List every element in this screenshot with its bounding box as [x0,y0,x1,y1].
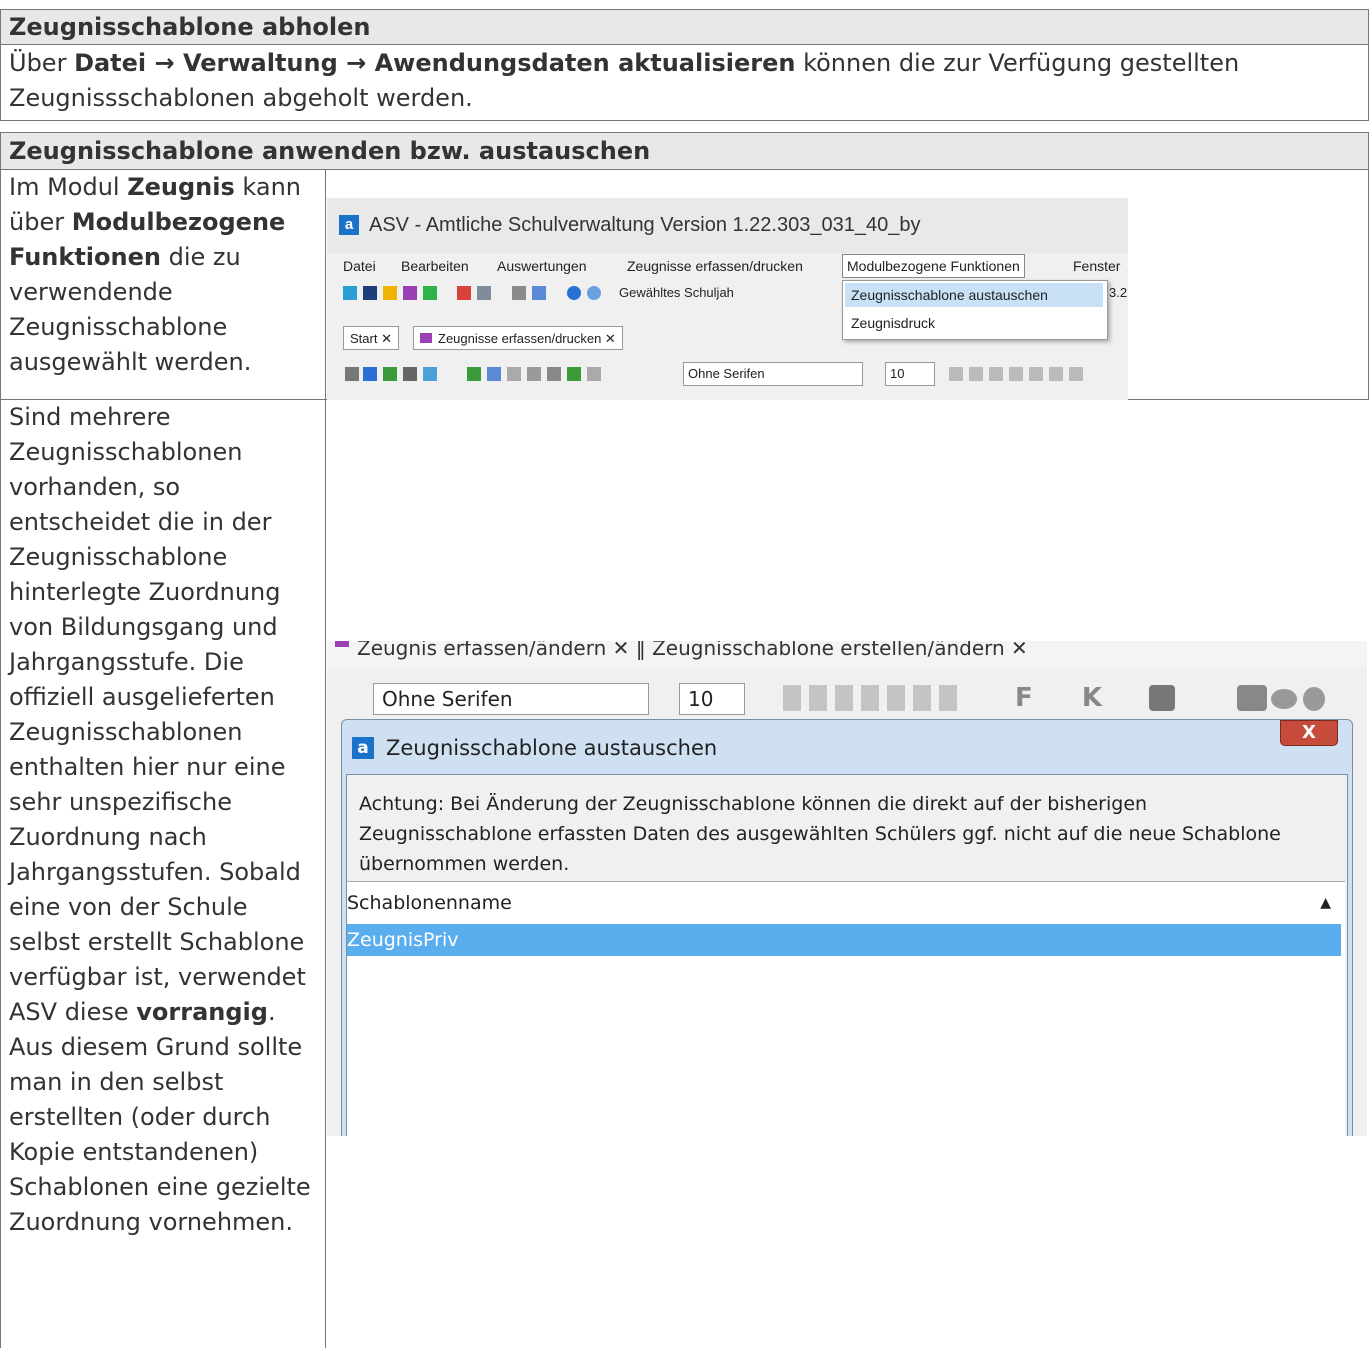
text: Im Modul [9,173,128,201]
align-icon[interactable] [1029,367,1043,381]
menu-item-austauschen[interactable]: Zeugnisschablone austauschen [845,283,1103,307]
align-icon[interactable] [949,367,963,381]
menu-modulbezogene[interactable]: Modulbezogene Funktionen [842,254,1025,278]
menu-fenster[interactable]: Fenster [1073,257,1120,275]
toolbar-icon[interactable] [403,286,417,300]
align-icon[interactable] [1009,367,1023,381]
size-select[interactable]: 10 [885,362,935,386]
toolbar-icon[interactable] [1271,689,1297,709]
bold-vorrangig: vorrangig [136,998,268,1026]
save-icon[interactable] [363,367,377,381]
font-select[interactable]: Ohne Serifen [373,683,649,715]
copy-icon[interactable] [527,367,541,381]
toolbar-icon[interactable] [345,367,359,381]
print-icon[interactable] [1149,685,1175,711]
toolbar-icon[interactable] [343,286,357,300]
text-pre: Über [9,49,75,77]
list-item[interactable]: ZeugnisPriv [347,924,1341,956]
cut-icon[interactable] [507,367,521,381]
section-text-abholen: Über Datei → Verwaltung → Awendungsdaten… [0,44,1369,121]
close-button[interactable]: X [1280,720,1338,746]
toolbar-icon[interactable] [587,367,601,381]
window-titlebar: a ASV - Amtliche Schulverwaltung Version… [327,198,1128,253]
toolbar-icon[interactable] [512,286,526,300]
screenshot-menu: a ASV - Amtliche Schulverwaltung Version… [327,198,1128,400]
tab-zeugnisse[interactable]: Zeugnisse erfassen/drucken ✕ [413,326,623,350]
arrow-left-icon[interactable] [467,367,481,381]
format-toolbar: Ohne Serifen 10 [327,358,1128,390]
tab-icon [420,333,432,343]
toolbar-label: Gewähltes Schuljah [619,285,734,300]
toolbar-icon[interactable] [383,286,397,300]
menu-datei[interactable]: Datei [343,257,376,275]
dialog-title: Zeugnisschablone austauschen [386,736,718,760]
text-cell-modul: Im Modul Zeugnis kann über Modulbezogene… [0,169,326,400]
align-icon[interactable] [1069,367,1083,381]
menu-path: Datei → Verwaltung → Awendungsdaten aktu… [74,49,796,77]
tab-icon [335,641,349,647]
toolbar-icon[interactable] [363,286,377,300]
close-icon[interactable] [403,367,417,381]
menu-bar: Datei Bearbeiten Auswertungen Zeugnisse … [327,254,1128,278]
text-cell-mehrere: Sind mehrere Zeugnisschablonen vorhanden… [0,399,326,1348]
text: . Aus diesem Grund sollte man in den sel… [9,998,311,1236]
asv-logo-icon: a [352,737,374,759]
toolbar-icon[interactable] [567,367,581,381]
paste-icon[interactable] [547,367,561,381]
align-icon[interactable] [1049,367,1063,381]
document: Zeugnisschablone abholen Über Datei → Ve… [0,0,1370,1348]
format-toolbar: Ohne Serifen 10 F K U [327,679,1367,719]
asv-logo-icon: a [339,215,359,235]
toolbar-icon[interactable] [457,286,471,300]
menu-zeugnisse[interactable]: Zeugnisse erfassen/drucken [627,257,803,275]
section-heading-abholen: Zeugnisschablone abholen [0,9,1369,45]
tab-start[interactable]: Start ✕ [343,326,399,350]
align-icon[interactable] [989,367,1003,381]
help-icon[interactable] [587,286,601,300]
printer-icon[interactable] [1237,685,1267,711]
bold-zeugnis: Zeugnis [127,173,235,201]
tab-label: Zeugnisse erfassen/drucken [438,331,602,346]
font-select[interactable]: Ohne Serifen [683,362,863,386]
info-icon[interactable] [567,286,581,300]
tab-bar: Start ✕ Zeugnisse erfassen/drucken ✕ [327,322,1128,352]
toolbar-icon[interactable] [383,367,397,381]
dialog-body: Achtung: Bei Änderung der Zeugnisschablo… [346,774,1348,1136]
warning-message: Achtung: Bei Änderung der Zeugnisschablo… [359,793,1281,875]
tab-label: Start [350,331,378,346]
dialog-window: a Zeugnisschablone austauschen X Achtung… [341,719,1353,1136]
toolbar-value-fragment: 3.2 [1109,285,1128,300]
sort-asc-icon: ▲ [1320,895,1331,911]
align-icons[interactable] [783,685,963,711]
column-header[interactable]: Schablonenname ▲ [347,888,1345,918]
tabs-fragment: Zeugnis erfassen/ändern ✕ ‖ Zeugnisschab… [357,641,1028,660]
toolbar-icon[interactable] [1303,687,1325,711]
screenshot-dialog: Zeugnis erfassen/ändern ✕ ‖ Zeugnisschab… [327,641,1367,1136]
toolbar-icon[interactable] [532,286,546,300]
size-select[interactable]: 10 [679,683,745,715]
menu-auswertungen[interactable]: Auswertungen [497,257,587,275]
menu-bearbeiten[interactable]: Bearbeiten [401,257,469,275]
arrow-right-icon[interactable] [487,367,501,381]
column-header-label: Schablonenname [347,892,512,914]
tab-row-fragment: Zeugnis erfassen/ändern ✕ ‖ Zeugnisschab… [327,641,1367,667]
toolbar-icon[interactable] [477,286,491,300]
template-list: Schablonenname ▲ ZeugnisPriv [347,881,1345,1136]
align-icon[interactable] [969,367,983,381]
window-title: ASV - Amtliche Schulverwaltung Version 1… [369,214,921,236]
toolbar-icon[interactable] [423,286,437,300]
toolbar-icon[interactable] [423,367,437,381]
text: Sind mehrere Zeugnisschablonen vorhanden… [9,403,306,1026]
section-heading-anwenden: Zeugnisschablone anwenden bzw. austausch… [0,132,1369,170]
